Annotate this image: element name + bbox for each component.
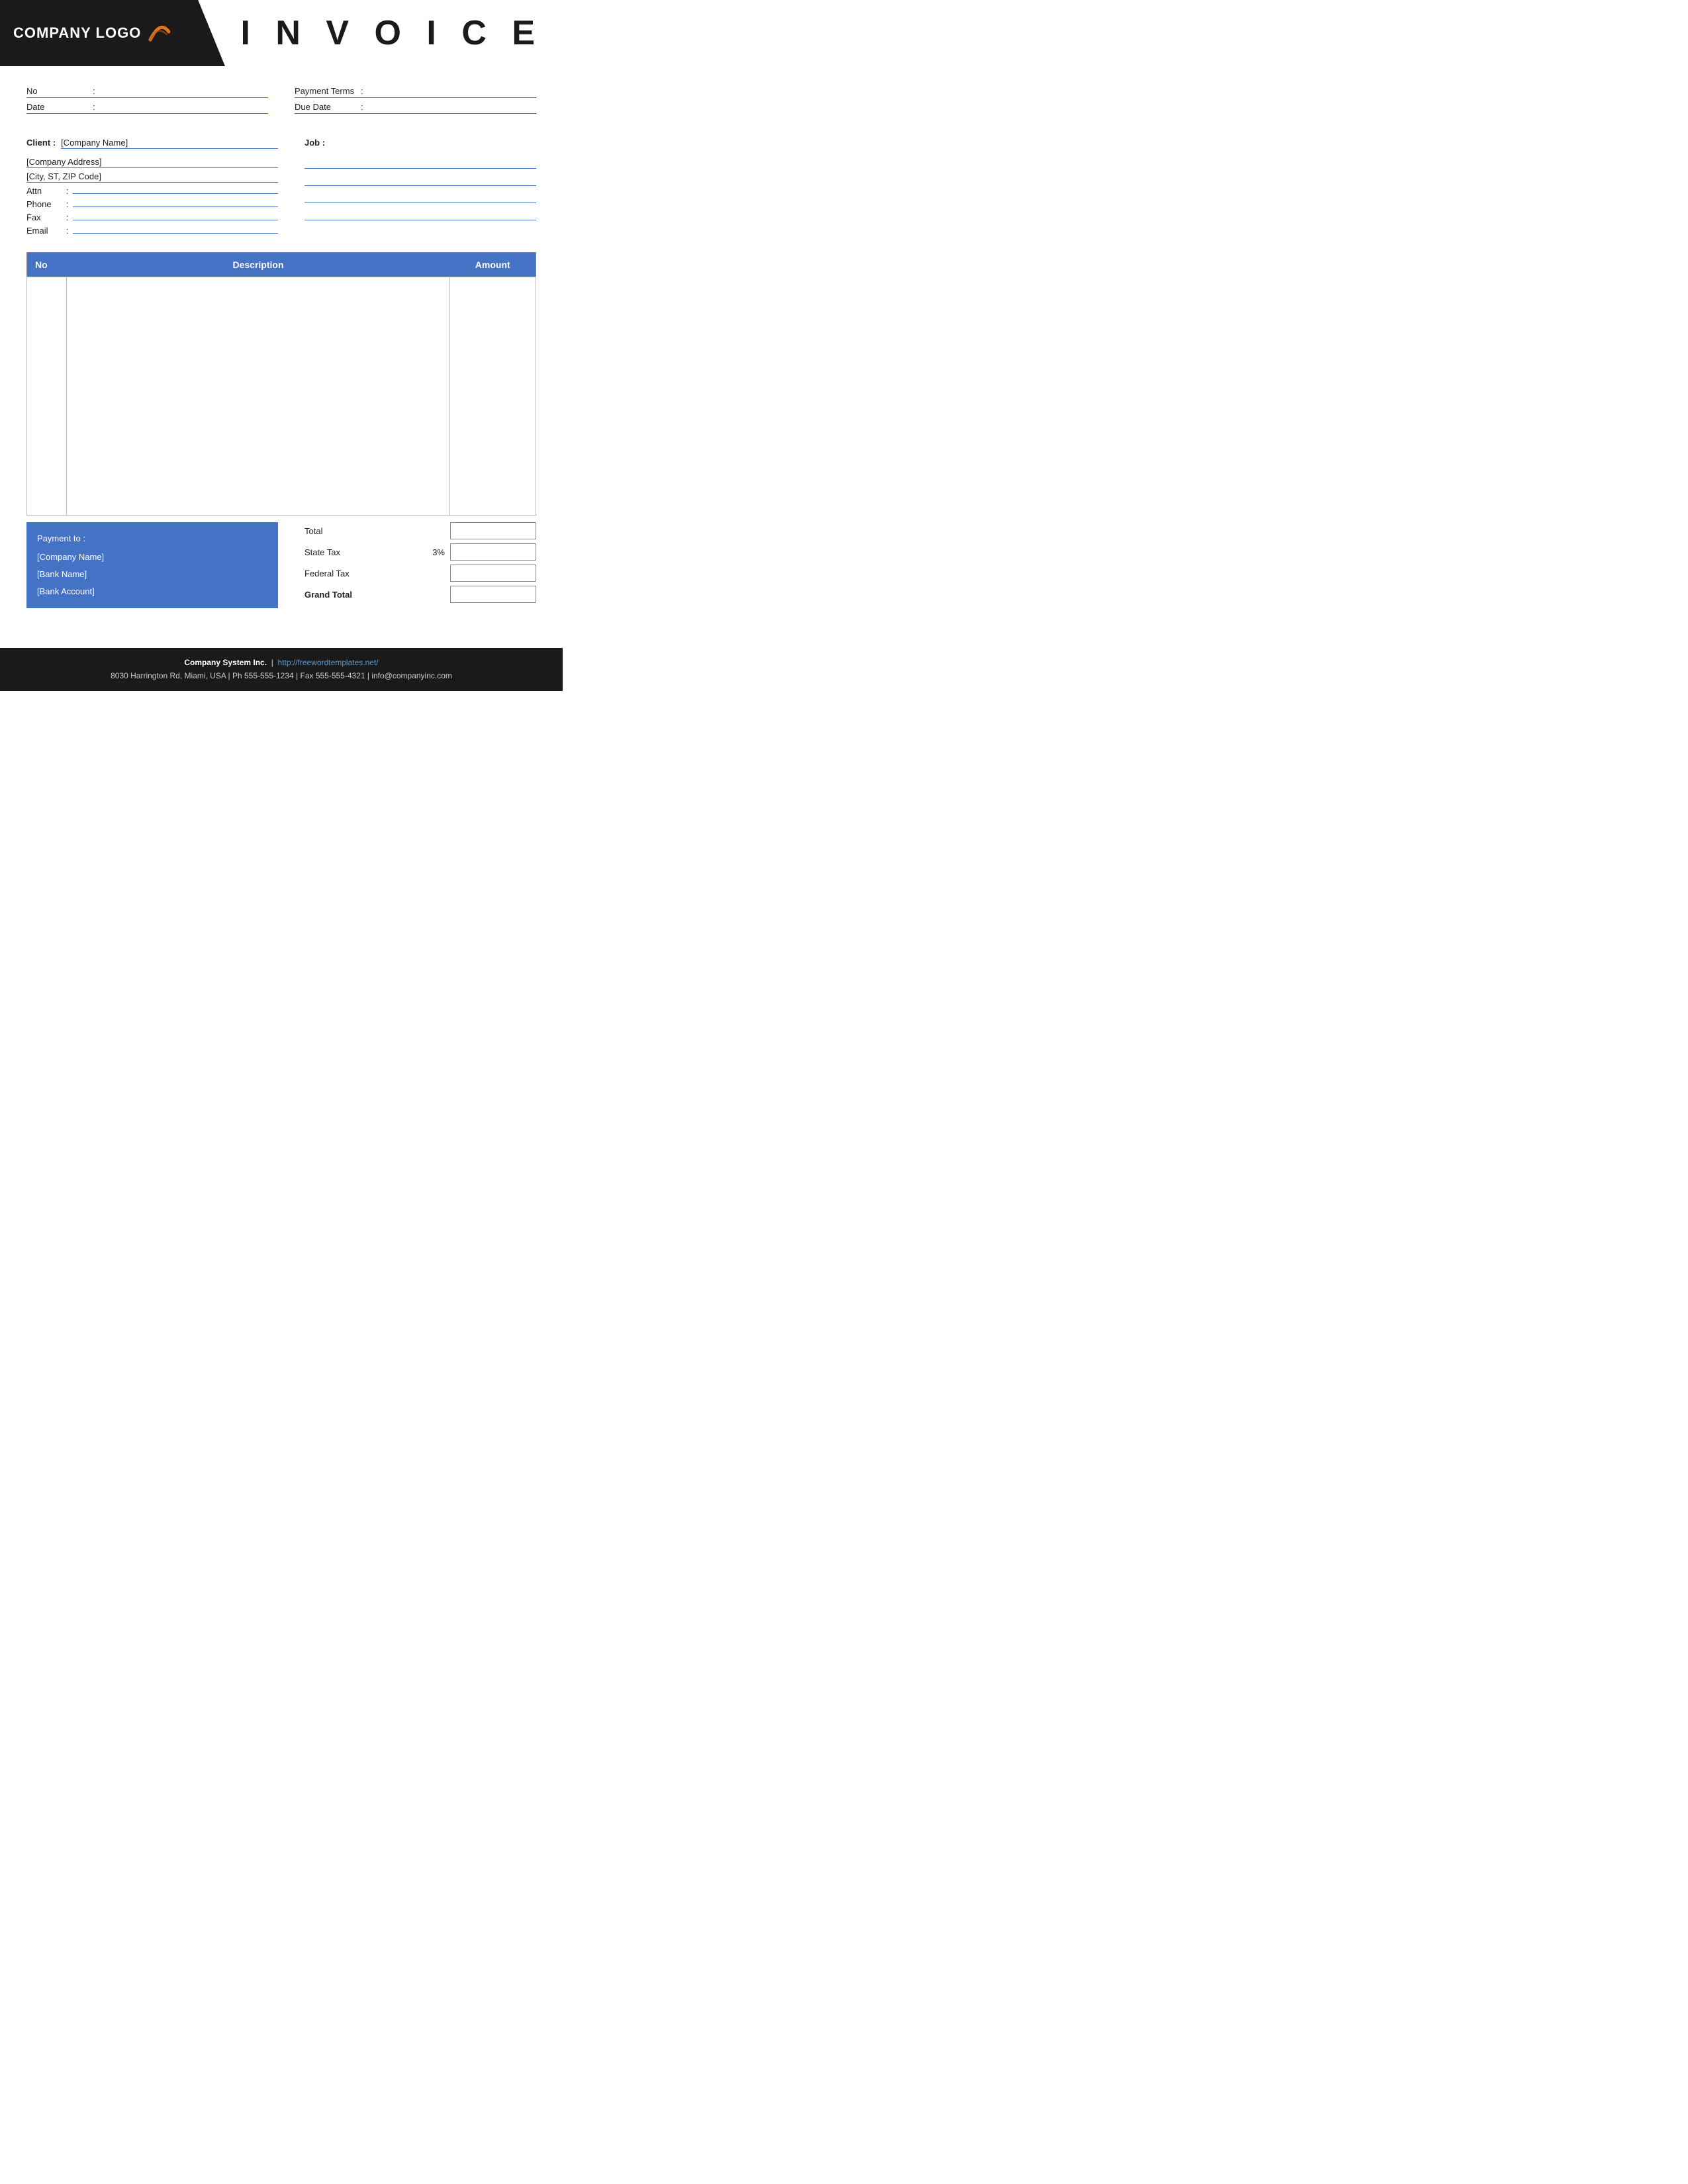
logo-arc-icon [144,20,170,46]
client-block: Client : [Company Name] [Company Address… [26,138,278,239]
page-footer: Company System Inc. | http://freewordtem… [0,648,563,691]
invoice-table-section: No Description Amount [0,246,563,522]
job-block: Job : [305,138,536,239]
total-row: Total [305,522,536,539]
client-fax-value [73,219,278,220]
logo-area: COMPANY LOGO [0,0,225,66]
meta-section: No : Payment Terms : Date : Due Date : [0,66,563,124]
client-phone-colon: : [66,199,69,209]
client-job-section: Client : [Company Name] [Company Address… [0,124,563,246]
client-attn-colon: : [66,186,69,196]
federal-tax-label: Federal Tax [305,569,425,578]
client-email-value [73,232,278,234]
federal-tax-row: Federal Tax [305,565,536,582]
table-cell-amount [450,277,536,516]
client-fax-label: Fax [26,212,66,222]
header: COMPANY LOGO I N V O I C E [0,0,563,66]
payment-bank-name: [Bank Name] [37,566,267,583]
client-email-colon: : [66,226,69,236]
state-tax-row: State Tax 3% [305,543,536,561]
col-description-header: Description [67,253,450,277]
client-attn-row: Attn : [26,186,278,196]
invoice-title: I N V O I C E [241,13,543,53]
client-email-label: Email [26,226,66,236]
col-no-header: No [27,253,67,277]
grand-total-value-box [450,586,536,603]
state-tax-value-box [450,543,536,561]
payment-to-label: Payment to : [37,530,267,547]
table-row [27,277,536,516]
no-label: No [26,86,93,96]
job-line-2 [305,174,536,186]
payment-bank-account: [Bank Account] [37,583,267,600]
table-cell-no [27,277,67,516]
date-label: Date [26,102,93,112]
client-fax-row: Fax : [26,212,278,222]
totals-block: Total State Tax 3% Federal Tax Grand Tot… [278,522,536,607]
footer-section: Payment to : [Company Name] [Bank Name] … [0,522,563,621]
table-cell-description [67,277,450,516]
meta-due-date: Due Date : [295,102,536,114]
state-tax-label: State Tax [305,547,425,557]
invoice-title-area: I N V O I C E [225,0,563,66]
grand-total-row: Grand Total [305,586,536,603]
payment-block: Payment to : [Company Name] [Bank Name] … [26,522,278,608]
client-phone-label: Phone [26,199,66,209]
client-city-state-zip: [City, ST, ZIP Code] [26,171,278,183]
client-company-address: [Company Address] [26,157,278,168]
client-attn-label: Attn [26,186,66,196]
meta-date: Date : [26,102,268,114]
payment-terms-label: Payment Terms [295,86,361,96]
due-date-label: Due Date [295,102,361,112]
date-colon: : [93,102,95,112]
payment-terms-colon: : [361,86,363,96]
client-email-row: Email : [26,226,278,236]
client-phone-row: Phone : [26,199,278,209]
payment-company-name: [Company Name] [37,549,267,566]
company-logo-text: COMPANY LOGO [13,24,141,42]
due-date-colon: : [361,102,363,112]
meta-payment-terms: Payment Terms : [295,86,536,98]
footer-line-2: 8030 Harrington Rd, Miami, USA | Ph 555-… [13,669,549,682]
job-line-3 [305,191,536,203]
footer-website-link[interactable]: http://freewordtemplates.net/ [278,658,379,667]
grand-total-label: Grand Total [305,590,425,600]
job-line-1 [305,157,536,169]
client-phone-value [73,206,278,207]
meta-no: No : [26,86,268,98]
job-label: Job : [305,138,325,148]
footer-line-1: Company System Inc. | http://freewordtem… [13,656,549,669]
table-header-row: No Description Amount [27,253,536,277]
no-colon: : [93,86,95,96]
client-company-name: [Company Name] [61,138,278,149]
invoice-table: No Description Amount [26,252,536,516]
total-value-box [450,522,536,539]
footer-company-name: Company System Inc. [184,658,267,667]
state-tax-pct: 3% [425,547,445,557]
col-amount-header: Amount [450,253,536,277]
meta-row-1: No : Payment Terms : [26,86,536,98]
job-line-4 [305,208,536,220]
client-fax-colon: : [66,212,69,222]
client-label: Client : [26,138,56,148]
meta-row-2: Date : Due Date : [26,102,536,114]
total-label: Total [305,526,425,536]
client-attn-value [73,193,278,194]
federal-tax-value-box [450,565,536,582]
